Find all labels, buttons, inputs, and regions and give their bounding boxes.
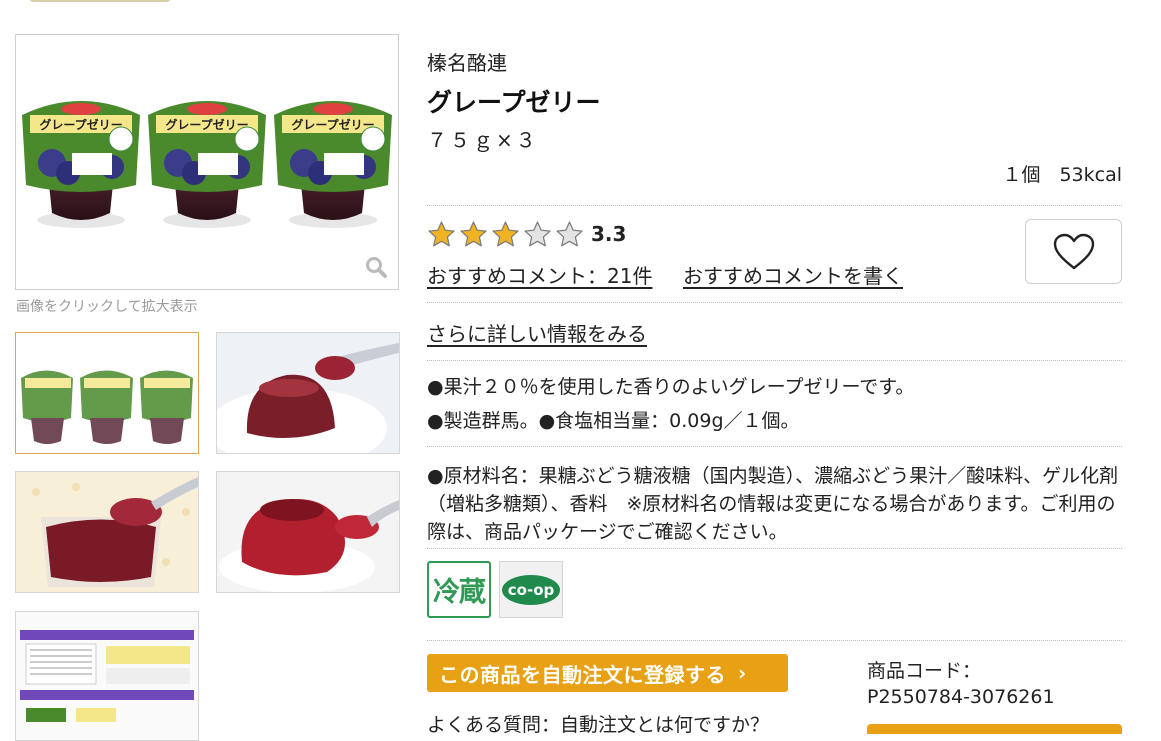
divider [427,205,1122,206]
maker-name: 榛名酪連 [427,51,507,75]
thumbnail-2[interactable] [216,332,400,454]
auto-order-label: この商品を自動注文に登録する [439,662,726,687]
divider [427,446,1122,447]
star-filled-icon [428,221,455,247]
chevron-right-icon: › [738,661,747,685]
image-caption: 画像をクリックして拡大表示 [16,299,198,315]
auto-order-button[interactable]: この商品を自動注文に登録する › [427,654,788,692]
product-name: グレープゼリー [427,88,601,117]
header-remnant [30,0,170,2]
ingredients: ●原材料名：果糖ぶどう糖液糖（国内製造）、濃縮ぶどう果汁／酸味料、ゲル化剤（増粘… [427,465,1119,543]
zoom-icon[interactable] [364,255,388,279]
details-link[interactable]: さらに詳しい情報をみる [427,318,647,347]
thumbnail-1[interactable] [15,332,199,454]
refrigerated-badge: 冷蔵 [427,561,491,618]
svg-text:グレープゼリー: グレープゼリー [39,117,122,132]
product-size: ７５ｇ×３ [427,128,539,152]
coop-logo-icon: co-op [502,574,560,605]
divider [427,548,1122,549]
rating-value: 3.3 [591,222,627,246]
main-product-image[interactable]: グレープゼリー [15,34,399,290]
add-to-cart-button[interactable] [867,724,1122,734]
svg-text:co-op: co-op [508,581,555,599]
divider [427,360,1122,361]
thumbnail-3[interactable] [15,471,199,593]
comments-link[interactable]: おすすめコメント：21件 [427,260,652,289]
product-code-value: P2550784-3076261 [867,686,1055,708]
star-filled-icon [492,221,519,247]
divider [427,302,1122,303]
description-line-1: ●果汁２０％を使用した香りのよいグレープゼリーです。 [427,376,915,398]
thumbnail-4[interactable] [216,471,400,593]
jelly-cups-image: グレープゼリー [22,100,393,229]
coop-badge: co-op [499,561,563,618]
product-code-label: 商品コード： [867,660,982,682]
star-rating [427,220,584,249]
thumbnail-5[interactable] [15,611,199,741]
star-filled-icon [460,221,487,247]
write-comment-link[interactable]: おすすめコメントを書く [683,260,903,289]
favorite-button[interactable] [1025,219,1122,284]
calories: １個 53kcal [1002,164,1122,186]
star-empty-icon [524,221,551,247]
divider [427,640,1122,641]
heart-icon [1053,233,1094,269]
description-line-2: ●製造群馬。●食塩相当量：0.09g／１個。 [427,410,800,432]
star-empty-icon [556,221,583,247]
faq-link[interactable]: よくある質問：自動注文とは何ですか？ [427,710,769,737]
